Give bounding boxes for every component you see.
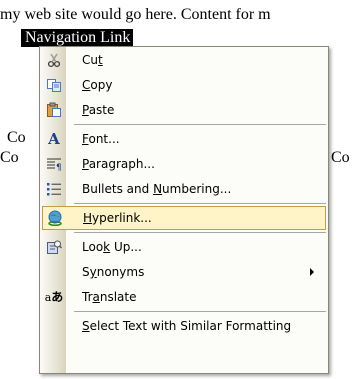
scissors-icon xyxy=(44,50,64,70)
menu-item-label: Paragraph... xyxy=(82,157,155,171)
menu-item-bullets-numbering[interactable]: Bullets and Numbering... xyxy=(42,177,326,201)
menu-item-label: Bullets and Numbering... xyxy=(82,182,232,196)
menu-separator xyxy=(74,311,326,312)
document-text-line: my web site would go here. Content for m xyxy=(0,6,271,23)
context-menu: Cut Copy Paste A Font... ¶ Paragraph... … xyxy=(39,46,329,374)
menu-item-paste[interactable]: Paste xyxy=(42,98,326,122)
font-icon: A xyxy=(48,129,60,148)
translate-icon: aあ xyxy=(44,290,64,304)
menu-item-look-up[interactable]: Look Up... xyxy=(42,235,326,259)
copy-icon xyxy=(44,75,64,95)
hyperlink-icon xyxy=(45,208,65,228)
menu-item-label: Translate xyxy=(82,290,137,304)
document-text-fragment: Co xyxy=(0,149,19,166)
menu-separator xyxy=(74,124,326,125)
menu-item-synonyms[interactable]: Synonyms xyxy=(42,260,326,284)
menu-item-select-similar-formatting[interactable]: Select Text with Similar Formatting xyxy=(42,314,326,338)
menu-item-hyperlink[interactable]: Hyperlink... xyxy=(42,206,326,230)
menu-item-label: Cut xyxy=(82,53,103,67)
document-text-fragment: Co xyxy=(331,149,350,166)
document-text-fragment: Co xyxy=(7,129,26,146)
menu-item-translate[interactable]: aあ Translate xyxy=(42,285,326,309)
menu-item-font[interactable]: A Font... xyxy=(42,127,326,151)
research-book-icon xyxy=(44,237,64,257)
menu-item-label: Paste xyxy=(82,103,115,117)
paste-icon xyxy=(44,100,64,120)
submenu-arrow-icon xyxy=(310,268,314,276)
menu-item-label: Look Up... xyxy=(82,240,142,254)
menu-item-label: Select Text with Similar Formatting xyxy=(82,319,292,333)
menu-item-copy[interactable]: Copy xyxy=(42,73,326,97)
bullets-icon xyxy=(44,179,64,199)
menu-item-cut[interactable]: Cut xyxy=(42,48,326,72)
menu-item-label: Hyperlink... xyxy=(83,211,152,225)
menu-separator xyxy=(74,232,326,233)
selected-navigation-link[interactable]: Navigation Link xyxy=(21,29,134,47)
menu-item-label: Synonyms xyxy=(82,265,145,279)
svg-text:¶: ¶ xyxy=(56,163,62,172)
menu-item-label: Copy xyxy=(82,78,113,92)
menu-separator xyxy=(74,203,326,204)
menu-item-label: Font... xyxy=(82,132,120,146)
menu-item-paragraph[interactable]: ¶ Paragraph... xyxy=(42,152,326,176)
paragraph-icon: ¶ xyxy=(44,154,64,174)
